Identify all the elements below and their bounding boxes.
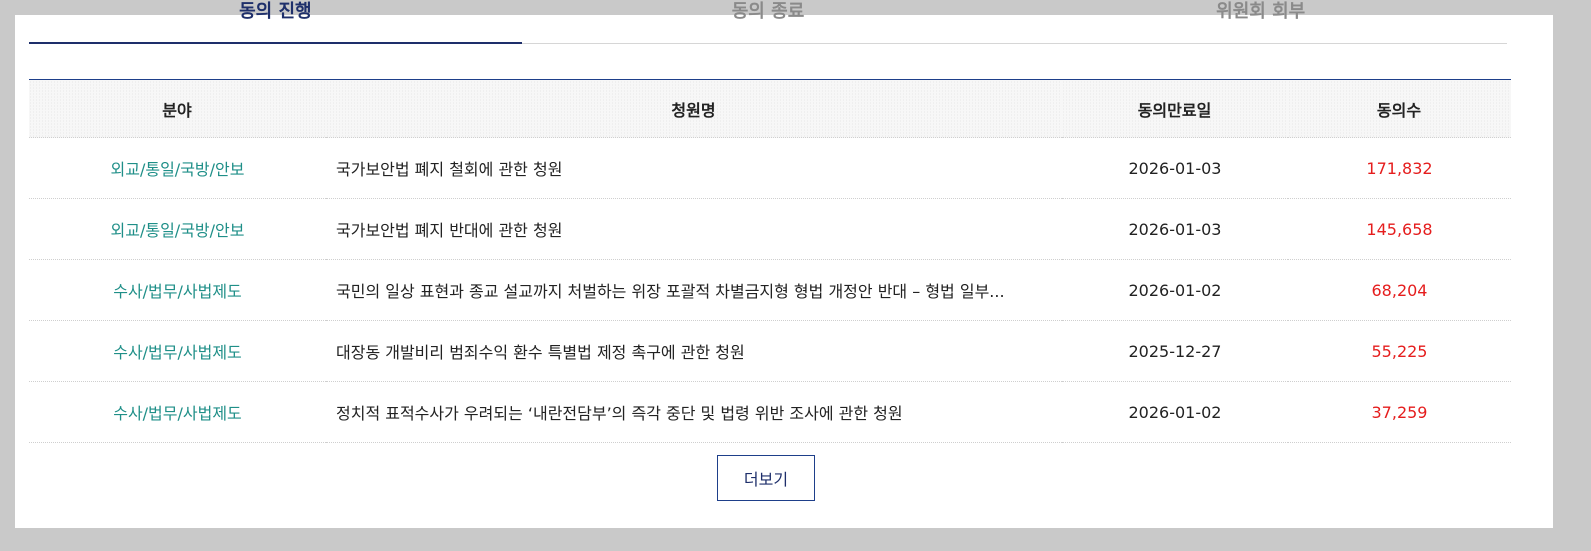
header-agree-count: 동의수 [1288, 79, 1511, 138]
row-field: 수사/법무/사법제도 [29, 259, 326, 321]
tab-in-progress[interactable]: 동의 진행 [29, 0, 522, 44]
row-title-link[interactable]: 정치적 표적수사가 우려되는 ‘내란전담부’의 즉각 중단 및 법령 위반 조사… [326, 381, 1062, 443]
row-field: 외교/통일/국방/안보 [29, 198, 326, 260]
row-deadline: 2026-01-02 [1062, 259, 1288, 321]
table-header-row: 분야 청원명 동의만료일 동의수 [29, 79, 1511, 138]
row-agree-count: 55,225 [1288, 320, 1511, 382]
table-row[interactable]: 수사/법무/사법제도 대장동 개발비리 범죄수익 환수 특별법 제정 촉구에 관… [29, 320, 1511, 382]
header-deadline: 동의만료일 [1062, 79, 1288, 138]
petition-table-wrapper: 분야 청원명 동의만료일 동의수 외교/통일/국방/안보 국가보안법 폐지 철회… [29, 79, 1511, 443]
row-field: 수사/법무/사법제도 [29, 320, 326, 382]
tab-finished[interactable]: 동의 종료 [522, 0, 1015, 43]
row-title-link[interactable]: 국가보안법 폐지 반대에 관한 청원 [326, 198, 1062, 260]
tab-bar: 동의 진행 동의 종료 위원회 회부 [29, 0, 1507, 44]
table-row[interactable]: 외교/통일/국방/안보 국가보안법 폐지 철회에 관한 청원 2026-01-0… [29, 137, 1511, 199]
table-row[interactable]: 수사/법무/사법제도 국민의 일상 표현과 종교 설교까지 처벌하는 위장 포괄… [29, 259, 1511, 321]
more-button[interactable]: 더보기 [717, 455, 815, 501]
row-deadline: 2026-01-02 [1062, 381, 1288, 443]
row-deadline: 2026-01-03 [1062, 137, 1288, 199]
table-row[interactable]: 외교/통일/국방/안보 국가보안법 폐지 반대에 관한 청원 2026-01-0… [29, 198, 1511, 260]
row-title-link[interactable]: 국가보안법 폐지 철회에 관한 청원 [326, 137, 1062, 199]
row-agree-count: 145,658 [1288, 198, 1511, 260]
row-agree-count: 171,832 [1288, 137, 1511, 199]
header-field: 분야 [29, 79, 326, 138]
row-agree-count: 68,204 [1288, 259, 1511, 321]
petition-table: 분야 청원명 동의만료일 동의수 외교/통일/국방/안보 국가보안법 폐지 철회… [29, 79, 1511, 443]
row-title-link[interactable]: 대장동 개발비리 범죄수익 환수 특별법 제정 촉구에 관한 청원 [326, 320, 1062, 382]
row-field: 수사/법무/사법제도 [29, 381, 326, 443]
row-deadline: 2026-01-03 [1062, 198, 1288, 260]
row-field: 외교/통일/국방/안보 [29, 137, 326, 199]
tab-committee-referral[interactable]: 위원회 회부 [1014, 0, 1507, 43]
row-agree-count: 37,259 [1288, 381, 1511, 443]
table-row[interactable]: 수사/법무/사법제도 정치적 표적수사가 우려되는 ‘내란전담부’의 즉각 중단… [29, 381, 1511, 443]
petition-panel: 동의 진행 동의 종료 위원회 회부 분야 청원명 동의만료일 동의수 외교/통… [15, 1, 1553, 528]
header-title: 청원명 [326, 79, 1062, 138]
row-title-link[interactable]: 국민의 일상 표현과 종교 설교까지 처벌하는 위장 포괄적 차별금지형 형법 … [326, 259, 1062, 321]
row-deadline: 2025-12-27 [1062, 320, 1288, 382]
